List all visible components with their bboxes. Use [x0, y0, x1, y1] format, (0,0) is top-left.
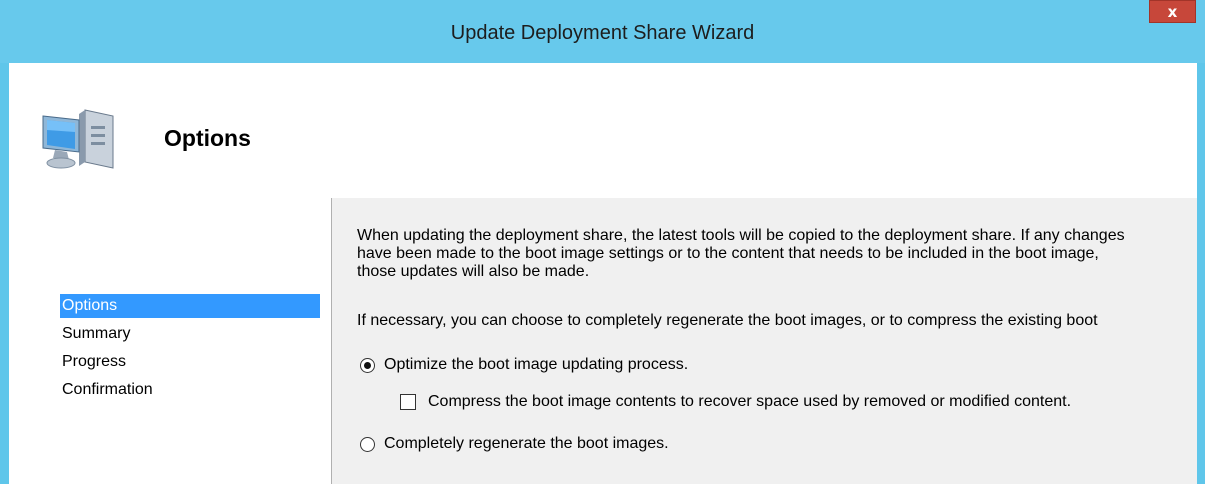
- nav-item-confirmation[interactable]: Confirmation: [60, 378, 153, 402]
- compress-checkbox[interactable]: [400, 394, 416, 410]
- intro-text-line-3: those updates will also be made.: [357, 263, 590, 280]
- intro-text-line-2: have been made to the boot image setting…: [357, 245, 1099, 262]
- window-title: Update Deployment Share Wizard: [450, 22, 755, 44]
- window-frame-right: [1197, 63, 1205, 484]
- optimize-radio[interactable]: [360, 358, 375, 373]
- title-bar[interactable]: Update Deployment Share Wizard x: [0, 0, 1205, 63]
- wizard-client-area: Options Options Summary Progress Confirm…: [9, 63, 1197, 484]
- options-panel: When updating the deployment share, the …: [332, 198, 1197, 484]
- wizard-step-nav: Options Summary Progress Confirmation: [9, 198, 331, 484]
- regenerate-radio[interactable]: [360, 437, 375, 452]
- nav-item-summary[interactable]: Summary: [60, 322, 130, 346]
- choice-text: If necessary, you can choose to complete…: [357, 312, 1098, 329]
- intro-text-line-1: When updating the deployment share, the …: [357, 227, 1125, 244]
- wizard-header: Options: [9, 63, 1197, 198]
- page-title: Options: [164, 125, 251, 151]
- regenerate-label[interactable]: Completely regenerate the boot images.: [384, 435, 669, 453]
- computer-icon: [42, 109, 114, 169]
- nav-item-options[interactable]: Options: [60, 294, 320, 318]
- compress-label[interactable]: Compress the boot image contents to reco…: [428, 393, 1071, 411]
- wizard-window: Update Deployment Share Wizard x Options: [0, 0, 1205, 484]
- nav-item-progress[interactable]: Progress: [60, 350, 126, 374]
- close-button[interactable]: x: [1149, 0, 1196, 23]
- optimize-label[interactable]: Optimize the boot image updating process…: [384, 356, 688, 374]
